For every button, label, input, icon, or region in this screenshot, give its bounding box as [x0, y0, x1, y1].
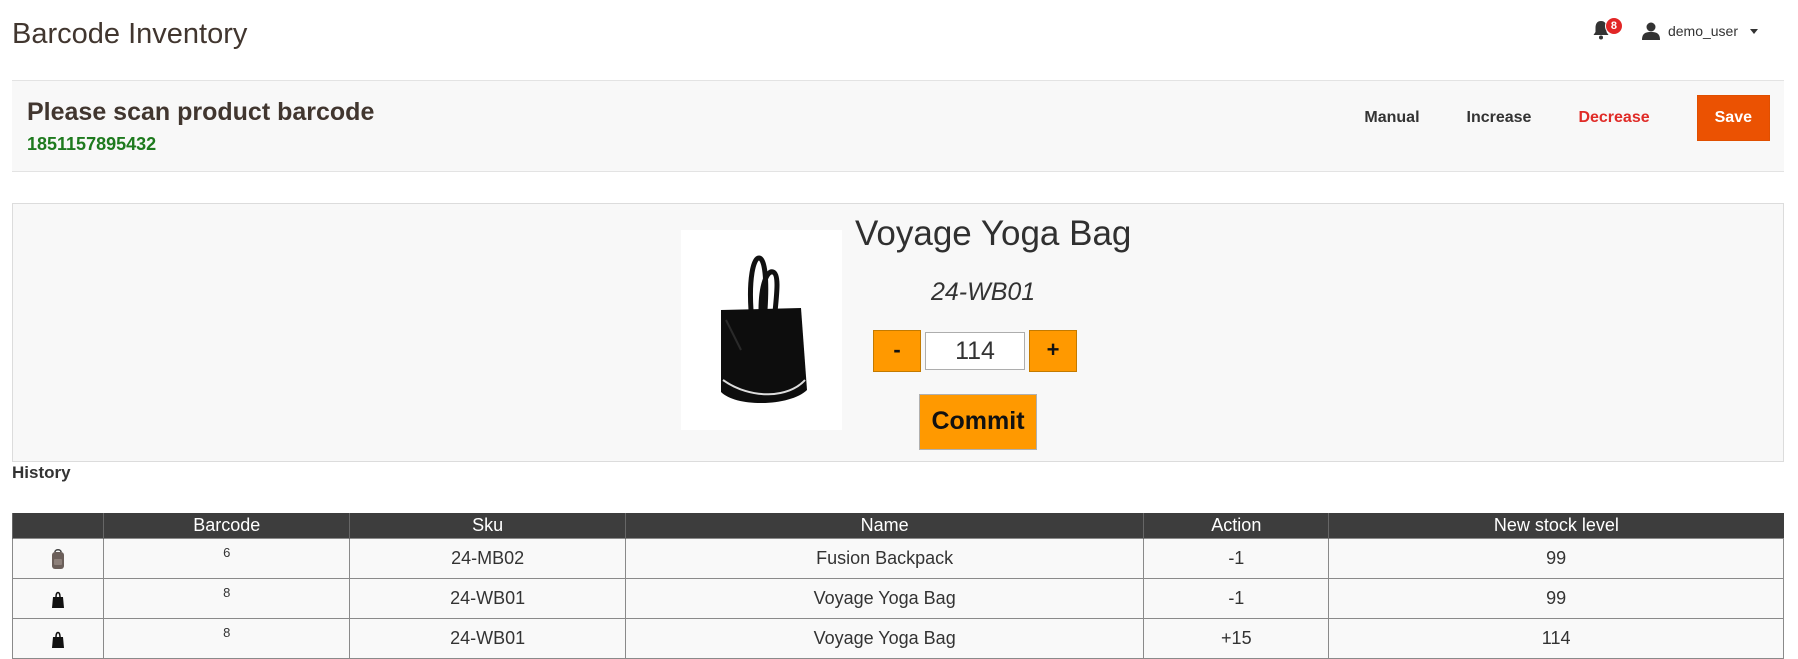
cell-action: -1 — [1143, 538, 1330, 579]
user-icon — [1641, 22, 1660, 40]
manual-mode-button[interactable]: Manual — [1364, 109, 1419, 127]
page-title: Barcode Inventory — [12, 18, 248, 50]
cell-name: Fusion Backpack — [624, 538, 1145, 579]
cell-new-stock: 99 — [1328, 578, 1784, 619]
scanned-barcode: 1851157895432 — [27, 134, 157, 154]
table-row: 6 24-MB02 Fusion Backpack -1 99 — [12, 538, 1784, 579]
cell-barcode: 6 — [102, 538, 351, 579]
tote-bag-image — [721, 255, 807, 404]
row-thumbnail — [12, 618, 104, 659]
chevron-down-icon — [1750, 28, 1758, 34]
user-menu[interactable]: demo_user — [1641, 22, 1758, 40]
cell-barcode: 8 — [102, 578, 351, 619]
table-row: 8 24-WB01 Voyage Yoga Bag +15 114 — [12, 618, 1784, 659]
row-thumbnail — [12, 538, 104, 579]
column-header-barcode: Barcode — [102, 513, 350, 539]
save-button[interactable]: Save — [1696, 95, 1770, 141]
scan-bar: Please scan product barcode 185115789543… — [12, 80, 1784, 172]
bag-thumbnail-icon — [52, 591, 64, 608]
quantity-stepper: - + — [873, 330, 1077, 372]
bag-thumbnail-icon — [52, 631, 64, 648]
cell-sku: 24-MB02 — [349, 538, 626, 579]
cell-sku: 24-WB01 — [349, 618, 626, 659]
notification-count-badge: 8 — [1604, 17, 1623, 35]
cell-barcode: 8 — [102, 618, 351, 659]
scan-actions: Manual Increase Decrease Save — [1364, 95, 1770, 141]
column-header-image — [12, 513, 104, 539]
username: demo_user — [1667, 23, 1738, 39]
scan-prompt: Please scan product barcode — [27, 98, 375, 126]
backpack-thumbnail-icon — [52, 548, 64, 569]
decrement-button[interactable]: - — [873, 330, 921, 372]
increase-mode-button[interactable]: Increase — [1467, 109, 1532, 127]
row-thumbnail — [12, 578, 104, 619]
cell-new-stock: 99 — [1328, 538, 1784, 579]
header-tools: 8 demo_user — [1592, 17, 1758, 42]
cell-sku: 24-WB01 — [349, 578, 626, 619]
commit-button[interactable]: Commit — [919, 394, 1037, 450]
decrease-mode-button[interactable]: Decrease — [1578, 109, 1649, 127]
product-image — [681, 230, 842, 430]
history-heading: History — [12, 463, 71, 482]
product-name: Voyage Yoga Bag — [855, 214, 1132, 253]
history-table: Barcode Sku Name Action New stock level … — [12, 513, 1784, 659]
cell-name: Voyage Yoga Bag — [624, 578, 1145, 619]
cell-action: -1 — [1143, 578, 1330, 619]
cell-new-stock: 114 — [1328, 618, 1784, 659]
product-sku: 24-WB01 — [931, 278, 1036, 306]
column-header-sku: Sku — [349, 513, 626, 539]
cell-action: +15 — [1143, 618, 1330, 659]
table-row: 8 24-WB01 Voyage Yoga Bag -1 99 — [12, 578, 1784, 619]
column-header-new-stock: New stock level — [1328, 513, 1784, 539]
increment-button[interactable]: + — [1029, 330, 1077, 372]
table-header-row: Barcode Sku Name Action New stock level — [12, 513, 1784, 539]
quantity-input[interactable] — [925, 332, 1025, 370]
notifications-button[interactable]: 8 — [1592, 17, 1623, 42]
product-panel: Voyage Yoga Bag 24-WB01 - + Commit — [12, 203, 1784, 462]
column-header-name: Name — [624, 513, 1144, 539]
cell-name: Voyage Yoga Bag — [624, 618, 1145, 659]
column-header-action: Action — [1143, 513, 1329, 539]
